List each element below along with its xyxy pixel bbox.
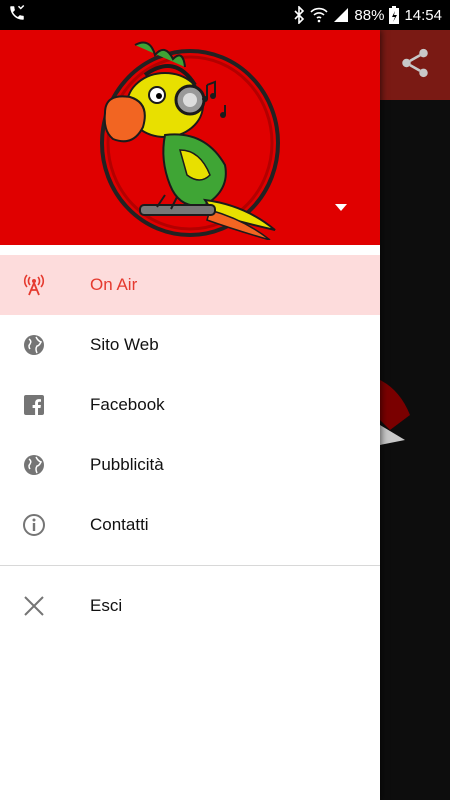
menu-item-facebook[interactable]: Facebook (0, 375, 380, 435)
radio-tower-icon (22, 273, 46, 297)
menu-item-label: On Air (90, 275, 138, 294)
menu-item-label: Esci (90, 596, 123, 615)
menu-divider (0, 565, 380, 566)
menu-item-sito-web[interactable]: Sito Web (0, 315, 380, 375)
clock: 14:54 (404, 6, 442, 24)
parrot-headphones-logo (100, 41, 280, 240)
globe-icon (22, 453, 46, 477)
close-icon (22, 594, 46, 618)
background-logo-fragment (380, 380, 410, 445)
navigation-drawer: On Air Sito Web Facebook Pubblicità Cont… (0, 30, 380, 800)
menu-item-label: Sito Web (90, 335, 159, 354)
status-bar: 88% 14:54 (0, 0, 450, 30)
menu-item-on-air[interactable]: On Air (0, 255, 380, 315)
menu-item-pubblicita[interactable]: Pubblicità (0, 435, 380, 495)
missed-call-icon (8, 4, 26, 27)
share-icon[interactable] (398, 46, 432, 85)
facebook-icon (22, 393, 46, 417)
menu-item-label: Pubblicità (90, 455, 164, 474)
chevron-down-icon[interactable] (334, 202, 348, 212)
globe-icon (22, 333, 46, 357)
battery-percent: 88% (354, 6, 385, 24)
menu-item-contatti[interactable]: Contatti (0, 495, 380, 555)
app-toolbar (380, 30, 450, 100)
menu-item-label: Facebook (90, 395, 165, 414)
screen: 88% 14:54 On Air Sito Web Facebook Pubbl… (0, 0, 450, 800)
battery-charging-icon (389, 6, 400, 24)
menu-item-esci[interactable]: Esci (0, 576, 380, 636)
menu-item-label: Contatti (90, 515, 149, 534)
drawer-menu: On Air Sito Web Facebook Pubblicità Cont… (0, 245, 380, 636)
bluetooth-icon (293, 6, 305, 24)
drawer-header (0, 30, 380, 245)
wifi-icon (310, 7, 329, 23)
app-content (380, 30, 450, 800)
signal-icon (333, 7, 349, 23)
info-icon (22, 513, 46, 537)
